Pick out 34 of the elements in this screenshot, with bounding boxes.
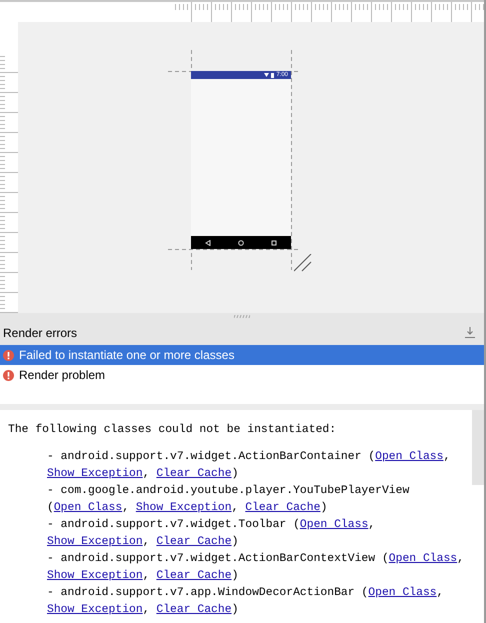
download-icon[interactable] [465, 327, 475, 338]
resize-handle[interactable] [294, 254, 312, 272]
link[interactable]: Show Exception [47, 570, 143, 582]
error-icon [3, 370, 14, 380]
link[interactable]: Clear Cache [156, 604, 232, 616]
class-entry: - android.support.v7.widget.Toolbar (Open Class, Show Exception, Clear Cache) [47, 518, 376, 550]
details-heading: The following classes could not be instantiated: [8, 422, 338, 438]
class-entry: - android.support.v7.app.WindowDecorActionBar (Open Class, Show Exception, Clear Cache) [47, 586, 444, 618]
scrollbar[interactable] [472, 410, 484, 485]
link[interactable]: Show Exception [47, 468, 143, 480]
home-icon [238, 240, 244, 246]
link[interactable]: Clear Cache [245, 502, 320, 514]
class-entry: - com.google.android.youtube.player.YouTubePlayerView (Open Class, Show Exception, Clear Cache) [47, 484, 410, 516]
link[interactable]: Open Class [375, 451, 444, 463]
link[interactable]: Open Class [54, 502, 122, 514]
link[interactable]: Open Class [300, 519, 368, 531]
class-entry: - android.support.v7.widget.ActionBarContainer (Open Class, Show Exception, Clear Cache) [47, 450, 452, 482]
panel-title: Render errors [3, 324, 78, 342]
link[interactable]: Show Exception [47, 604, 143, 616]
error-icon [3, 350, 14, 360]
class-entry: - android.support.v7.widget.ActionBarContextView (Open Class, Show Exception, Clear Cache) [47, 552, 465, 584]
wifi-icon [264, 73, 270, 77]
link[interactable]: Clear Cache [156, 536, 232, 548]
link[interactable]: Show Exception [136, 502, 232, 514]
link[interactable]: Open Class [388, 553, 458, 565]
link[interactable]: Open Class [368, 587, 437, 599]
link[interactable]: Show Exception [47, 536, 143, 548]
recents-icon [271, 240, 278, 246]
link[interactable]: Clear Cache [156, 570, 232, 582]
grip-icon [234, 315, 250, 318]
link[interactable]: Clear Cache [156, 468, 232, 480]
splitter-handle[interactable] [0, 313, 484, 320]
back-icon [204, 240, 211, 246]
issue-row[interactable]: Failed to instantiate one or more classes [0, 345, 484, 365]
